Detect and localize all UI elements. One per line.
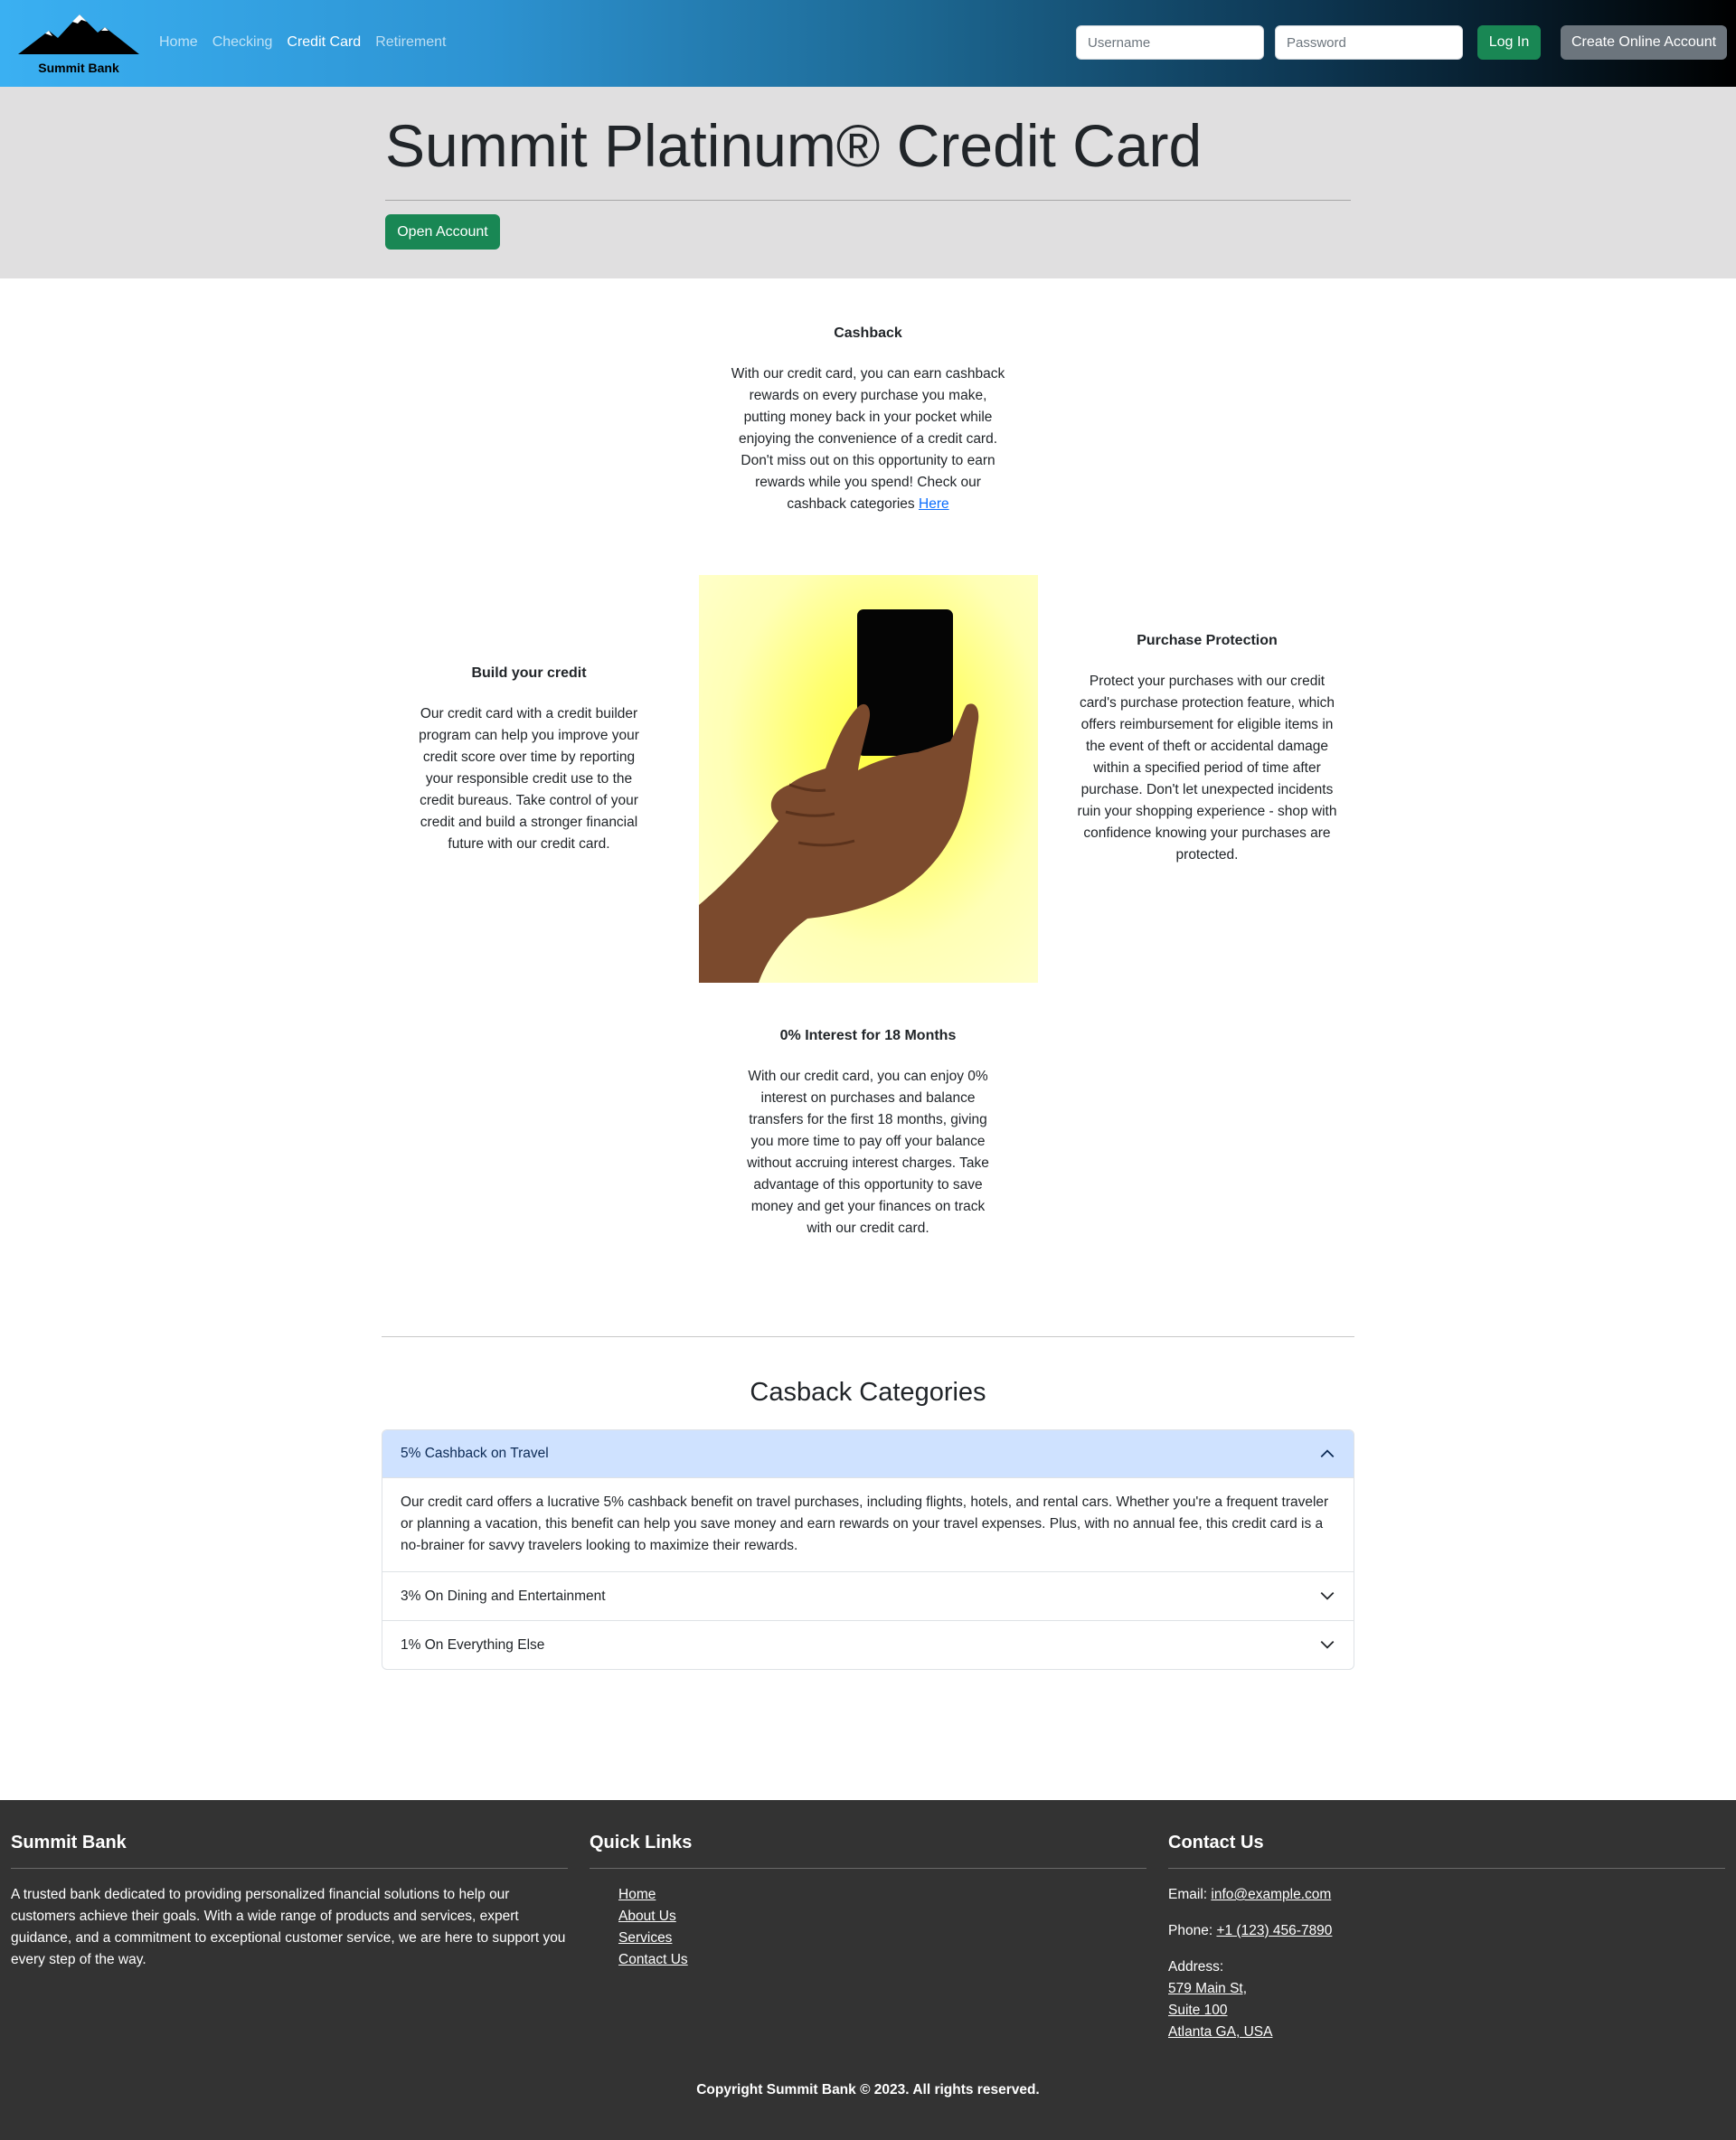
nav-link-retirement[interactable]: Retirement [375,34,446,51]
chevron-down-icon [1320,1640,1335,1649]
hero-divider [385,200,1351,201]
feature-zero-interest-title: 0% Interest for 18 Months [779,1028,957,1043]
create-online-account-button[interactable]: Create Online Account [1561,25,1727,60]
feature-build-credit: Build your credit Our credit card with a… [410,665,647,855]
chevron-down-icon [1320,1591,1335,1600]
footer-link-item: Services [618,1928,1146,1949]
chevron-up-icon [1320,1449,1335,1458]
feature-purchase-protection-title: Purchase Protection [1137,633,1278,648]
footer-link-item: About Us [618,1906,1146,1928]
footer-link-item: Contact Us [618,1949,1146,1971]
footer-link-contact[interactable]: Contact Us [618,1952,688,1967]
footer-about-title: Summit Bank [11,1833,568,1869]
hand-holding-card-icon [699,609,979,983]
footer-link-item: Home [618,1884,1146,1906]
hand-holding-card-image [699,575,1038,983]
password-input[interactable] [1275,25,1463,60]
open-account-button[interactable]: Open Account [385,214,500,250]
nav-links: Home Checking Credit Card Retirement [159,34,446,51]
feature-zero-interest-text: With our credit card, you can enjoy 0% i… [747,1069,989,1236]
nav-link-credit-card[interactable]: Credit Card [287,34,361,51]
categories-accordion: 5% Cashback on Travel Our credit card of… [382,1429,1354,1670]
hero-section: Summit Platinum® Credit Card Open Accoun… [0,87,1736,278]
cashback-categories-section: Casback Categories 5% Cashback on Travel… [0,1352,1736,1800]
features-section: Cashback With our credit card, you can e… [0,278,1736,1352]
contact-phone: Phone: +1 (123) 456-7890 [1168,1920,1725,1942]
footer-link-home[interactable]: Home [618,1887,656,1902]
phone-label: Phone: [1168,1923,1213,1938]
footer-about: Summit Bank A trusted bank dedicated to … [11,1800,568,1971]
footer-links-list: Home About Us Services Contact Us [590,1884,1146,1971]
footer-link-services[interactable]: Services [618,1930,672,1946]
address-line-3: Atlanta GA, USA [1168,2022,1725,2043]
login-button[interactable]: Log In [1477,25,1541,60]
mountain-logo-icon [18,14,139,54]
address-link-3[interactable]: Atlanta GA, USA [1168,2024,1272,2040]
footer-contact: Contact Us Email: info@example.com Phone… [1168,1800,1725,2043]
address-link-1[interactable]: 579 Main St, [1168,1981,1247,1996]
accordion-header-everything-else[interactable]: 1% On Everything Else [382,1621,1354,1669]
footer-link-about[interactable]: About Us [618,1909,676,1924]
footer-quick-links: Quick Links Home About Us Services Conta… [590,1800,1146,1971]
feature-cashback-body: With our credit card, you can earn cashb… [731,366,1005,512]
feature-purchase-protection-text: Protect your purchases with our credit c… [1077,674,1337,863]
accordion-header-travel[interactable]: 5% Cashback on Travel [382,1430,1354,1478]
address-line-1: 579 Main St, [1168,1978,1725,2000]
accordion-item-everything-else: 1% On Everything Else [382,1620,1354,1669]
feature-cashback-title: Cashback [834,325,902,341]
brand-logo[interactable]: Summit Bank [18,11,139,76]
phone-link[interactable]: +1 (123) 456-7890 [1216,1923,1332,1938]
cashback-categories-link[interactable]: Here [919,496,949,512]
accordion-label-travel: 5% Cashback on Travel [401,1446,549,1461]
accordion-item-dining: 3% On Dining and Entertainment [382,1571,1354,1620]
contact-details: Email: info@example.com Phone: +1 (123) … [1168,1884,1725,2043]
site-footer: Summit Bank A trusted bank dedicated to … [0,1800,1736,2140]
address-link-2[interactable]: Suite 100 [1168,2003,1228,2018]
accordion-header-dining[interactable]: 3% On Dining and Entertainment [382,1572,1354,1620]
categories-title: Casback Categories [750,1378,986,1407]
email-link[interactable]: info@example.com [1211,1887,1331,1902]
brand-name: Summit Bank [38,61,119,75]
footer-contact-title: Contact Us [1168,1833,1725,1869]
accordion-body-travel: Our credit card offers a lucrative 5% ca… [401,1494,1329,1553]
nav-link-home[interactable]: Home [159,34,198,51]
footer-about-text: A trusted bank dedicated to providing pe… [11,1887,566,1967]
top-navbar: Summit Bank Home Checking Credit Card Re… [0,0,1736,87]
feature-build-credit-text: Our credit card with a credit builder pr… [419,706,639,852]
contact-email: Email: info@example.com [1168,1884,1725,1906]
feature-cashback-text: With our credit card, you can earn cashb… [731,363,1005,515]
email-label: Email: [1168,1887,1208,1902]
section-divider [382,1336,1354,1337]
feature-cashback: Cashback With our credit card, you can e… [731,325,1005,515]
feature-purchase-protection: Purchase Protection Protect your purchas… [1076,633,1338,866]
copyright-text: Copyright Summit Bank © 2023. All rights… [696,2082,1040,2098]
username-input[interactable] [1076,25,1264,60]
address-line-2: Suite 100 [1168,2000,1725,2022]
footer-links-title: Quick Links [590,1833,1146,1869]
address-label: Address: [1168,1959,1224,1975]
page-title: Summit Platinum® Credit Card [385,112,1203,179]
accordion-item-travel: 5% Cashback on Travel Our credit card of… [382,1430,1354,1571]
feature-build-credit-title: Build your credit [471,665,587,681]
accordion-label-dining: 3% On Dining and Entertainment [401,1588,606,1604]
accordion-label-everything-else: 1% On Everything Else [401,1636,545,1653]
feature-zero-interest: 0% Interest for 18 Months With our credi… [738,1028,998,1240]
nav-link-checking[interactable]: Checking [212,34,273,51]
